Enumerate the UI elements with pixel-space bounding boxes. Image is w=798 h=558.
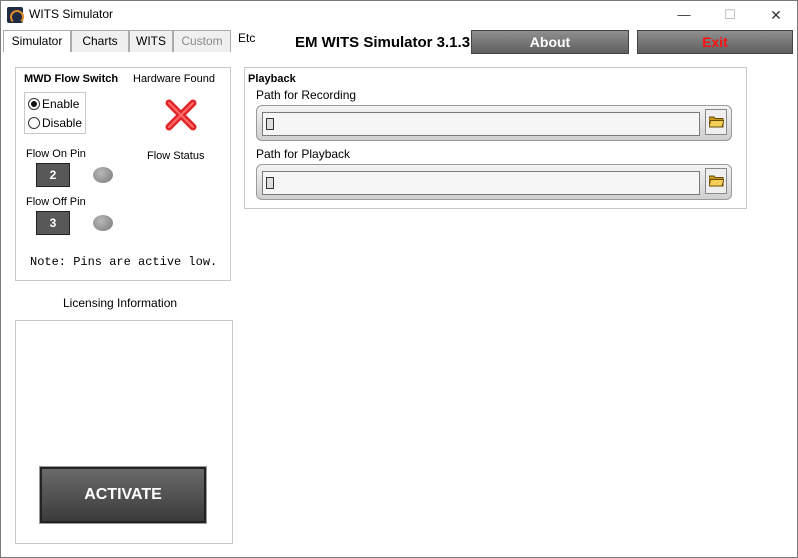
tab-charts[interactable]: Charts	[71, 30, 129, 52]
app-logo-icon	[7, 7, 24, 24]
licensing-panel: ACTIVATE	[15, 320, 233, 544]
recording-path-input[interactable]	[262, 112, 700, 136]
minimize-button[interactable]: —	[661, 1, 707, 29]
tab-etc[interactable]: Etc	[238, 28, 268, 50]
tab-simulator[interactable]: Simulator	[3, 30, 71, 52]
window-title: WITS Simulator	[29, 7, 114, 21]
mwd-flow-switch-title: MWD Flow Switch	[24, 73, 119, 85]
tab-custom[interactable]: Custom	[173, 30, 231, 52]
pins-note: Note: Pins are active low.	[30, 255, 218, 269]
playback-path-control	[256, 164, 732, 200]
activate-button[interactable]: ACTIVATE	[39, 466, 207, 524]
disable-radio-label: Disable	[42, 116, 83, 130]
title-bar: WITS Simulator — ☐ ✕	[1, 1, 797, 29]
playback-path-label: Path for Playback	[256, 147, 351, 161]
folder-icon	[709, 175, 724, 187]
recording-browse-button[interactable]	[705, 109, 727, 135]
flow-on-indicator-led	[93, 167, 113, 183]
exit-button[interactable]: Exit	[637, 30, 793, 54]
maximize-button[interactable]: ☐	[707, 1, 753, 29]
recording-path-control	[256, 105, 732, 141]
path-icon	[266, 118, 274, 130]
playback-browse-button[interactable]	[705, 168, 727, 194]
playback-panel: Playback Path for Recording Path for Pla…	[244, 67, 747, 209]
flow-off-pin-selector[interactable]: 3	[36, 211, 70, 235]
radio-selected-icon	[28, 98, 40, 110]
enable-radio-label: Enable	[42, 97, 80, 111]
x-mark-icon	[165, 99, 197, 131]
app-window: WITS Simulator — ☐ ✕ Simulator Charts WI…	[0, 0, 798, 558]
close-button[interactable]: ✕	[753, 1, 798, 29]
radio-unselected-icon	[28, 117, 40, 129]
enable-radio[interactable]: Enable	[28, 95, 79, 113]
playback-path-input[interactable]	[262, 171, 700, 195]
folder-icon	[709, 116, 724, 128]
tab-wits[interactable]: WITS	[129, 30, 173, 52]
flow-status-label: Flow Status	[147, 150, 205, 162]
recording-path-label: Path for Recording	[256, 88, 357, 102]
hardware-found-label: Hardware Found	[133, 73, 215, 85]
mwd-flow-switch-panel: MWD Flow Switch Hardware Found Enable Di…	[15, 67, 231, 281]
flow-on-pin-selector[interactable]: 2	[36, 163, 70, 187]
flow-off-pin-label: Flow Off Pin	[26, 196, 86, 208]
app-title: EM WITS Simulator 3.1.3	[295, 34, 471, 51]
flow-switch-radio-group: Enable Disable	[24, 92, 86, 134]
path-icon	[266, 177, 274, 189]
about-button[interactable]: About	[471, 30, 629, 54]
flow-off-indicator-led	[93, 215, 113, 231]
playback-title: Playback	[248, 73, 296, 85]
licensing-title: Licensing Information	[63, 296, 178, 310]
disable-radio[interactable]: Disable	[28, 114, 82, 132]
flow-on-pin-label: Flow On Pin	[26, 148, 86, 160]
